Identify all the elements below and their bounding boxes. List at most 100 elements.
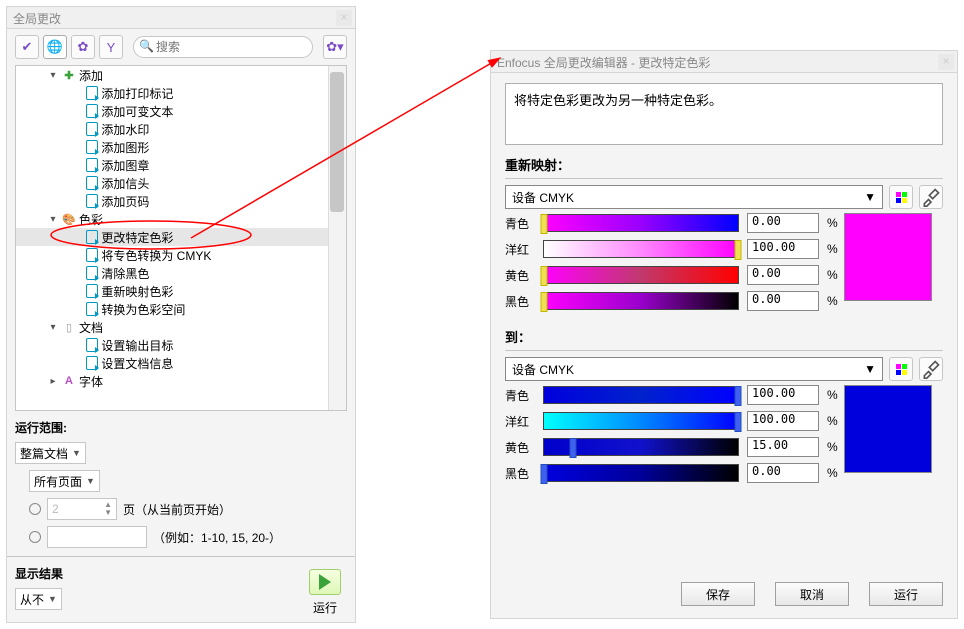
remap-from-heading: 重新映射： (505, 155, 943, 174)
tree-item[interactable]: 将专色转换为 CMYK (101, 247, 211, 264)
from-eyedropper-button[interactable] (919, 185, 943, 209)
channel-value-input[interactable]: 100.00 (747, 385, 819, 405)
action-icon (86, 302, 98, 316)
tree-scrollbar[interactable] (328, 66, 346, 410)
page-count-spinner[interactable]: 2▲▼ (47, 498, 117, 520)
check-button[interactable]: ✔ (15, 35, 39, 59)
pct-label: % (827, 216, 838, 230)
channel-slider[interactable] (543, 438, 739, 456)
search-input[interactable] (133, 36, 313, 58)
pages-range-radio[interactable] (29, 531, 41, 543)
to-palette-button[interactable] (889, 357, 913, 381)
slider-handle[interactable] (735, 240, 742, 260)
editor-title-bar: Enfocus 全局更改编辑器 - 更改特定色彩 × (491, 51, 957, 73)
action-icon (86, 176, 98, 190)
to-eyedropper-button[interactable] (919, 357, 943, 381)
channel-slider[interactable] (543, 386, 739, 404)
tree-item[interactable]: 添加信头 (101, 175, 149, 192)
action-tree: ▾✚添加 添加打印标记 添加可变文本 添加水印 添加图形 添加图章 添加信头 添… (15, 65, 347, 411)
tree-cat-add[interactable]: 添加 (79, 67, 103, 84)
channel-label: 黄色 (505, 267, 535, 284)
action-icon (86, 230, 98, 244)
save-button[interactable]: 保存 (681, 582, 755, 606)
channel-value-input[interactable]: 100.00 (747, 239, 819, 259)
document-icon: ▯ (62, 320, 76, 334)
run-button[interactable]: 运行 (869, 582, 943, 606)
tree-item[interactable]: 设置输出目标 (101, 337, 173, 354)
to-colorspace-select[interactable]: 设备 CMYK▼ (505, 357, 883, 381)
from-palette-button[interactable] (889, 185, 913, 209)
globe-button[interactable]: 🌐 (43, 35, 67, 59)
slider-handle[interactable] (735, 412, 742, 432)
tree-item[interactable]: 添加图章 (101, 157, 149, 174)
channel-黄色: 黄色 0.00% (505, 265, 838, 285)
pct-label: % (827, 466, 838, 480)
tree-cat-doc[interactable]: 文档 (79, 319, 103, 336)
channel-value-input[interactable]: 100.00 (747, 411, 819, 431)
tree-item[interactable]: 设置文档信息 (101, 355, 173, 372)
range-hint-label: （例如：1-10, 15, 20-） (153, 529, 281, 546)
action-icon (86, 338, 98, 352)
description-box[interactable]: 将特定色彩更改为另一种特定色彩。 (505, 83, 943, 145)
settings-dropdown-button[interactable]: ✿▾ (323, 35, 347, 59)
slider-handle[interactable] (735, 386, 742, 406)
pct-label: % (827, 268, 838, 282)
slider-handle[interactable] (541, 464, 548, 484)
gear-button[interactable]: ✿ (71, 35, 95, 59)
channel-value-input[interactable]: 0.00 (747, 291, 819, 311)
split-button[interactable]: Y (99, 35, 123, 59)
tree-cat-color[interactable]: 色彩 (79, 211, 103, 228)
close-icon[interactable]: × (938, 54, 954, 70)
channel-slider[interactable] (543, 266, 739, 284)
tree-item[interactable]: 添加打印标记 (101, 85, 173, 102)
action-icon (86, 248, 98, 262)
pct-label: % (827, 242, 838, 256)
channel-slider[interactable] (543, 240, 739, 258)
from-colorspace-select[interactable]: 设备 CMYK▼ (505, 185, 883, 209)
search-icon: 🔍 (139, 39, 154, 53)
channel-value-input[interactable]: 0.00 (747, 213, 819, 233)
tree-item[interactable]: 添加图形 (101, 139, 149, 156)
show-result-select[interactable]: 从不▼ (15, 588, 62, 610)
tree-item-selected[interactable]: 更改特定色彩 (101, 229, 173, 246)
channel-label: 黑色 (505, 293, 535, 310)
scope-select[interactable]: 整篇文档▼ (15, 442, 86, 464)
global-change-panel: 全局更改 × ✔ 🌐 ✿ Y 🔍 ✿▾ ▾✚添加 添加打印标记 添加可变文本 添… (6, 6, 356, 623)
slider-handle[interactable] (570, 438, 577, 458)
panel-title-bar: 全局更改 × (7, 7, 355, 29)
close-icon[interactable]: × (336, 10, 352, 26)
channel-青色: 青色100.00% (505, 385, 838, 405)
panel-title: 全局更改 (13, 12, 61, 26)
channel-value-input[interactable]: 0.00 (747, 463, 819, 483)
pct-label: % (827, 414, 838, 428)
action-icon (86, 194, 98, 208)
slider-handle[interactable] (541, 292, 548, 312)
pct-label: % (827, 440, 838, 454)
action-icon (86, 122, 98, 136)
tree-item[interactable]: 转换为色彩空间 (101, 301, 185, 318)
slider-handle[interactable] (541, 266, 548, 286)
cancel-button[interactable]: 取消 (775, 582, 849, 606)
channel-value-input[interactable]: 0.00 (747, 265, 819, 285)
tree-item[interactable]: 添加可变文本 (101, 103, 173, 120)
slider-handle[interactable] (541, 214, 548, 234)
pages-from-radio[interactable] (29, 503, 41, 515)
play-icon (319, 574, 331, 590)
run-button[interactable] (309, 569, 341, 595)
page-range-input[interactable] (47, 526, 147, 548)
run-label: 运行 (313, 599, 337, 616)
pages-mode-select[interactable]: 所有页面▼ (29, 470, 100, 492)
tree-item[interactable]: 清除黑色 (101, 265, 149, 282)
channel-slider[interactable] (543, 464, 739, 482)
channel-slider[interactable] (543, 412, 739, 430)
channel-value-input[interactable]: 15.00 (747, 437, 819, 457)
channel-黄色: 黄色15.00% (505, 437, 838, 457)
channel-slider[interactable] (543, 292, 739, 310)
tree-cat-font[interactable]: 字体 (79, 373, 103, 390)
tree-item[interactable]: 重新映射色彩 (101, 283, 173, 300)
tree-item[interactable]: 添加水印 (101, 121, 149, 138)
action-icon (86, 158, 98, 172)
channel-slider[interactable] (543, 214, 739, 232)
tree-item[interactable]: 添加页码 (101, 193, 149, 210)
from-preview-swatch (844, 213, 932, 301)
